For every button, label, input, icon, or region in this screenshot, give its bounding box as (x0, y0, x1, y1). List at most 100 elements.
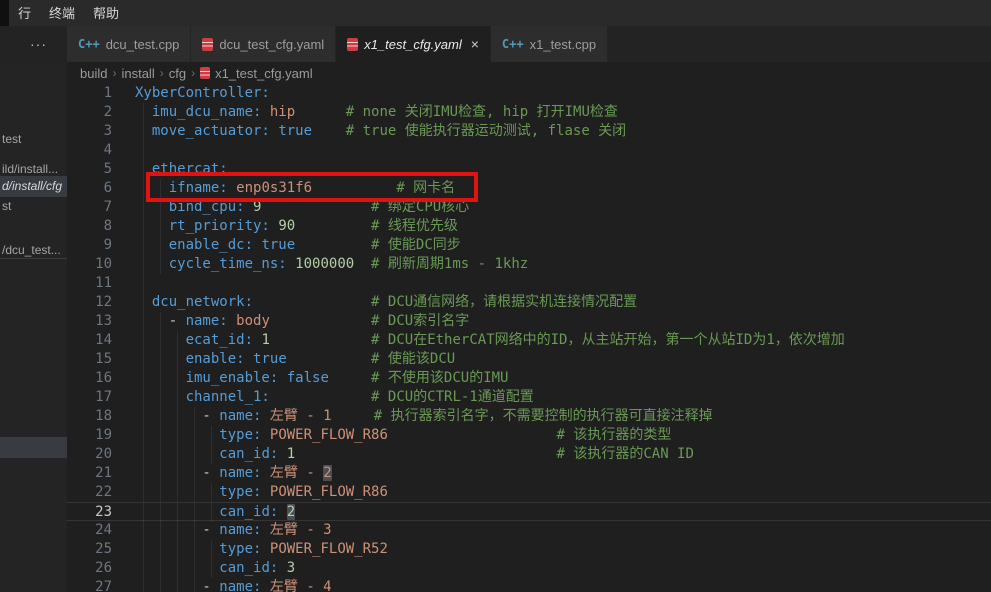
line-number[interactable]: 4 (67, 141, 112, 160)
line-number[interactable]: 5 (67, 160, 112, 179)
breadcrumb-segment[interactable]: build (80, 66, 107, 81)
breadcrumb-file[interactable]: x1_test_cfg.yaml (200, 66, 313, 81)
code-token: can_id: (219, 560, 278, 576)
line-number[interactable]: 20 (67, 445, 112, 464)
code-line[interactable]: 6 ifname: enp0s31f6 # 网卡名 (67, 179, 991, 198)
line-number[interactable]: 15 (67, 350, 112, 369)
code-text: type: POWER_FLOW_R86 (135, 483, 388, 502)
code-line[interactable]: 10 cycle_time_ns: 1000000 # 刷新周期1ms - 1k… (67, 255, 991, 274)
line-number[interactable]: 12 (67, 293, 112, 312)
line-number[interactable]: 8 (67, 217, 112, 236)
code-text: move_actuator: true # true 使能执行器运动测试, fl… (135, 122, 626, 141)
line-number[interactable]: 25 (67, 540, 112, 559)
tab-dcu_test_cfg.yaml[interactable]: dcu_test_cfg.yaml (191, 26, 336, 62)
code-line[interactable]: 3 move_actuator: true # true 使能执行器运动测试, … (67, 122, 991, 141)
code-line[interactable]: 11 (67, 274, 991, 293)
code-token (135, 370, 186, 386)
line-number[interactable]: 7 (67, 198, 112, 217)
line-number[interactable]: 24 (67, 521, 112, 540)
menu-item[interactable]: 终端 (40, 1, 84, 24)
line-number[interactable]: 3 (67, 122, 112, 141)
line-number[interactable]: 14 (67, 331, 112, 350)
line-number[interactable]: 9 (67, 236, 112, 255)
code-line[interactable]: 24 - name: 左臂 - 3 (67, 521, 991, 540)
code-line[interactable]: 25 type: POWER_FLOW_R52 (67, 540, 991, 559)
code-text: type: POWER_FLOW_R52 (135, 540, 388, 559)
line-number[interactable]: 23 (67, 503, 112, 522)
code-line[interactable]: 9 enable_dc: true # 使能DC同步 (67, 236, 991, 255)
code-line[interactable]: 4 (67, 141, 991, 160)
code-line[interactable]: 1XyberController: (67, 84, 991, 103)
code-token: # 绑定CPU核心 (371, 199, 469, 215)
code-token (135, 161, 152, 177)
line-number[interactable]: 16 (67, 369, 112, 388)
code-line[interactable]: 20 can_id: 1 # 该执行器的CAN ID (67, 445, 991, 464)
menu-item[interactable]: 帮助 (84, 1, 128, 24)
code-token (135, 123, 152, 139)
code-line[interactable]: 23 can_id: 2 (67, 502, 991, 521)
tab-x1_test.cpp[interactable]: C++x1_test.cpp (491, 26, 608, 62)
line-number[interactable]: 17 (67, 388, 112, 407)
code-line[interactable]: 12 dcu_network: # DCU通信网络，请根据实机连接情况配置 (67, 293, 991, 312)
breadcrumb-segment[interactable]: cfg (169, 66, 186, 81)
code-line[interactable]: 13 - name: body # DCU索引名字 (67, 312, 991, 331)
sidebar-divider (0, 258, 67, 259)
line-number[interactable]: 1 (67, 84, 112, 103)
line-number[interactable]: 11 (67, 274, 112, 293)
code-text: imu_dcu_name: hip # none 关闭IMU检查, hip 打开… (135, 103, 618, 122)
code-token: enp0s31f6 (236, 180, 312, 196)
code-token (135, 294, 152, 310)
code-line[interactable]: 26 can_id: 3 (67, 559, 991, 578)
code-token (135, 256, 169, 272)
line-number[interactable]: 27 (67, 578, 112, 592)
code-line[interactable]: 27 - name: 左臂 - 4 (67, 578, 991, 592)
yaml-file-icon (202, 38, 213, 51)
code-line[interactable]: 21 - name: 左臂 - 2 (67, 464, 991, 483)
code-token (261, 465, 269, 481)
tab-x1_test_cfg.yaml[interactable]: x1_test_cfg.yaml× (336, 26, 491, 62)
line-number[interactable]: 22 (67, 483, 112, 502)
line-number[interactable]: 6 (67, 179, 112, 198)
code-token (270, 389, 371, 405)
code-line[interactable]: 7 bind_cpu: 9 # 绑定CPU核心 (67, 198, 991, 217)
code-line[interactable]: 14 ecat_id: 1 # DCU在EtherCAT网络中的ID，从主站开始… (67, 331, 991, 350)
code-line[interactable]: 19 type: POWER_FLOW_R86 # 该执行器的类型 (67, 426, 991, 445)
code-editor[interactable]: 1XyberController:2 imu_dcu_name: hip # n… (67, 84, 991, 592)
line-number[interactable]: 18 (67, 407, 112, 426)
code-token: true (253, 351, 287, 367)
sidebar-item[interactable]: test (0, 129, 67, 150)
code-token: # DCU的CTRL-1通道配置 (371, 389, 534, 405)
code-line[interactable]: 17 channel_1: # DCU的CTRL-1通道配置 (67, 388, 991, 407)
line-number[interactable]: 26 (67, 559, 112, 578)
code-token: 2 (287, 504, 295, 520)
code-line[interactable]: 8 rt_priority: 90 # 线程优先级 (67, 217, 991, 236)
code-token (135, 446, 219, 462)
line-number[interactable]: 2 (67, 103, 112, 122)
code-token: 左臂 - 4 (270, 579, 332, 592)
sidebar-item[interactable]: d/install/cfg (0, 176, 67, 197)
code-line[interactable]: 5 ethercat: (67, 160, 991, 179)
more-actions-icon[interactable]: ··· (0, 36, 47, 52)
close-icon[interactable]: × (471, 37, 479, 51)
breadcrumb-segment[interactable]: install (121, 66, 154, 81)
line-number[interactable]: 10 (67, 255, 112, 274)
indent-guide (143, 141, 144, 160)
tab-dcu_test.cpp[interactable]: C++dcu_test.cpp (67, 26, 191, 62)
line-number[interactable]: 13 (67, 312, 112, 331)
line-number[interactable]: 19 (67, 426, 112, 445)
code-token: # 该执行器的类型 (556, 427, 671, 443)
code-text: can_id: 3 (135, 559, 295, 578)
sidebar-item[interactable] (0, 437, 67, 458)
code-line[interactable]: 16 imu_enable: false # 不使用该DCU的IMU (67, 369, 991, 388)
line-number[interactable]: 21 (67, 464, 112, 483)
menu-item[interactable]: 行 (9, 1, 40, 24)
code-text: enable: true # 使能该DCU (135, 350, 455, 369)
sidebar-item[interactable]: st (0, 196, 67, 217)
code-line[interactable]: 15 enable: true # 使能该DCU (67, 350, 991, 369)
code-token: name: (219, 522, 261, 538)
code-text: ethercat: (135, 160, 228, 179)
code-line[interactable]: 18 - name: 左臂 - 1 # 执行器索引名字，不需要控制的执行器可直接… (67, 407, 991, 426)
code-text: - name: 左臂 - 1 # 执行器索引名字，不需要控制的执行器可直接注释掉 (135, 407, 713, 426)
code-line[interactable]: 22 type: POWER_FLOW_R86 (67, 483, 991, 502)
code-line[interactable]: 2 imu_dcu_name: hip # none 关闭IMU检查, hip … (67, 103, 991, 122)
